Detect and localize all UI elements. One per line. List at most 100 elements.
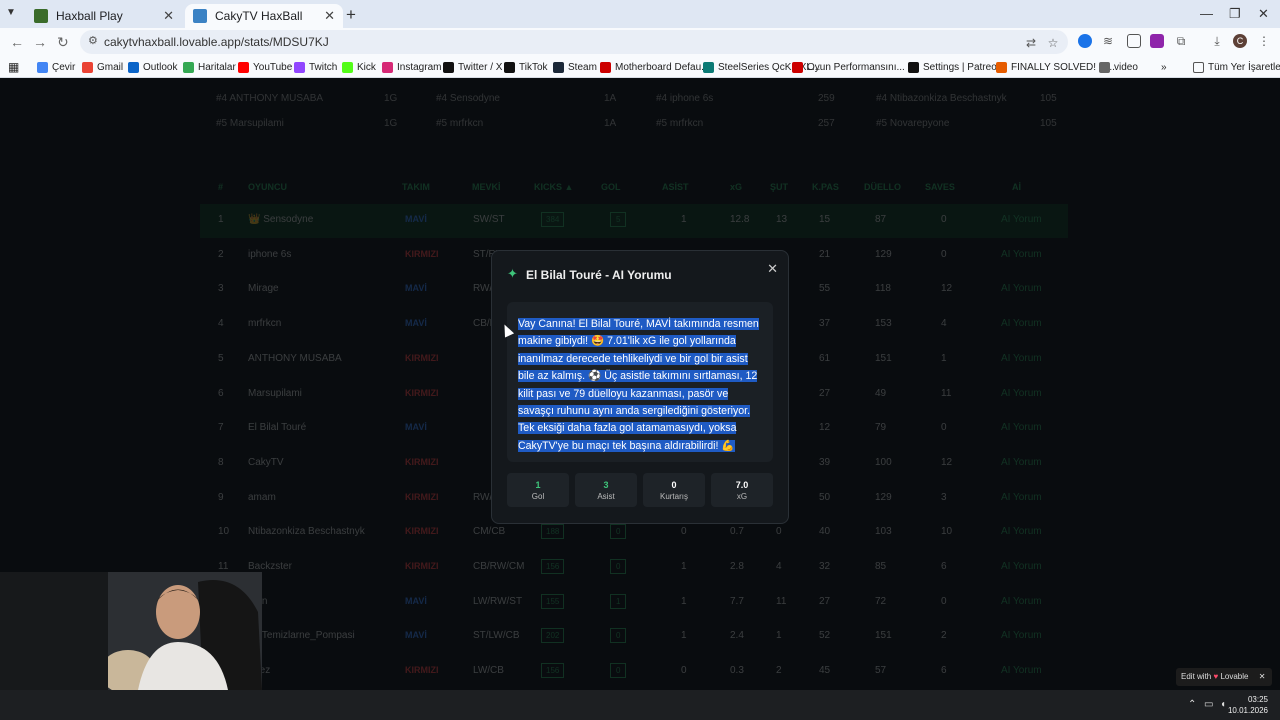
network-icon[interactable]: ▭	[1204, 699, 1213, 710]
stats-page: #4 ANTHONY MUSABA 1G #4 Sensodyne 1A #4 ipho…	[0, 78, 1280, 690]
profile-avatar-icon[interactable]: C	[1233, 34, 1247, 48]
clock[interactable]: 03:25 10.01.2026	[1228, 694, 1268, 716]
bookmark-favicon-icon	[908, 61, 919, 73]
bookmark-5[interactable]: Twitch	[294, 59, 337, 75]
clock-time: 03:25	[1247, 695, 1268, 704]
reload-icon[interactable]: ↻	[57, 34, 69, 51]
bookmark-favicon-icon	[382, 61, 393, 73]
bookmark-favicon-icon	[792, 61, 803, 73]
translate-icon[interactable]: ⇄	[1024, 36, 1038, 50]
edit-brand: Lovable	[1220, 672, 1249, 681]
address-bar[interactable]: ⚙ cakytvhaxball.lovable.app/stats/MDSU7K…	[80, 30, 1068, 54]
tab-search-icon[interactable]: ▼	[6, 7, 16, 18]
ai-comment-text[interactable]: Vay Canına! El Bilal Touré, MAVİ takımın…	[518, 316, 762, 455]
edit-with-lovable-badge[interactable]: Edit with ♥ Lovable ✕	[1176, 668, 1272, 686]
bookmark-favicon-icon	[600, 61, 611, 73]
bookmark-2[interactable]: Outlook	[128, 59, 177, 75]
bookmark-label: Motherboard Defau...	[615, 61, 710, 73]
sparkle-icon: ✦	[507, 266, 518, 281]
bookmark-label: Gmail	[97, 61, 124, 73]
bookmarks-bar: ▦ Çevir Gmail Outlook Haritalar YouTube Twitc…	[0, 56, 1280, 78]
extension-blue-icon[interactable]	[1078, 34, 1092, 48]
all-bookmarks-label: Tüm Yer İşaretleri	[1208, 61, 1280, 73]
bookmark-label: Haritalar	[198, 61, 236, 73]
extensions-puzzle-icon[interactable]: ⧉	[1174, 34, 1188, 48]
tab-title: Haxball Play	[56, 9, 123, 23]
bookmark-favicon-icon	[128, 61, 139, 73]
lovable-heart-icon: ♥	[1213, 672, 1219, 681]
url-text[interactable]: cakytvhaxball.lovable.app/stats/MDSU7KJ	[104, 35, 329, 49]
bookmark-9[interactable]: TikTok	[504, 59, 548, 75]
more-bookmarks-icon[interactable]: »	[1161, 59, 1167, 75]
close-tab-icon[interactable]: ✕	[163, 8, 174, 24]
bookmark-label: Oyun Performansını...	[807, 61, 905, 73]
webcam-side	[0, 572, 108, 690]
bookmark-label: Instagram	[397, 61, 442, 73]
close-window-icon[interactable]: ✕	[1258, 6, 1269, 22]
stat-label: Gol	[531, 492, 545, 501]
download-icon[interactable]: ⤓	[1210, 34, 1224, 48]
back-icon[interactable]: ←	[10, 34, 24, 50]
bookmark-4[interactable]: YouTube	[238, 59, 292, 75]
extension-screen-icon[interactable]	[1127, 34, 1141, 48]
bookmark-favicon-icon	[342, 61, 353, 73]
bookmark-11[interactable]: Motherboard Defau...	[600, 59, 710, 75]
cakytv-favicon-icon	[193, 9, 207, 23]
tab-cakytv-haxball[interactable]: CakyTV HaxBall ✕	[185, 4, 343, 28]
new-tab-icon[interactable]: +	[346, 5, 356, 25]
bookmark-favicon-icon	[553, 61, 564, 73]
stat-xg: 7.0 xG	[711, 473, 773, 507]
stat-label: Asist	[597, 492, 615, 501]
volume-icon[interactable]: ◖	[1220, 699, 1226, 710]
stat-value: 3	[603, 480, 609, 490]
bookmark-favicon-icon	[504, 61, 515, 73]
stat-goals: 1 Gol	[507, 473, 569, 507]
bookmark-label: Settings | Patreon	[923, 61, 1003, 73]
minimize-icon[interactable]: —	[1200, 6, 1213, 21]
restore-icon[interactable]: ❐	[1229, 6, 1241, 22]
tray-chevron-icon[interactable]: ⌃	[1188, 699, 1196, 710]
close-tab-icon[interactable]: ✕	[324, 8, 335, 24]
bookmark-8[interactable]: Twitter / X	[443, 59, 502, 75]
bookmark-label: Twitter / X	[458, 61, 503, 73]
tab-bar: ▼ Haxball Play ✕ CakyTV HaxBall ✕ + — ❐ …	[0, 0, 1280, 28]
bookmark-label: Outlook	[143, 61, 178, 73]
taskbar: ⌃ ▭ ◖ 03:25 10.01.2026	[0, 690, 1280, 720]
apps-grid-icon[interactable]: ▦	[8, 59, 19, 75]
extension-audio-icon[interactable]: ≋	[1101, 34, 1115, 48]
bookmark-label: video	[1114, 61, 1138, 73]
stat-assists: 3 Asist	[575, 473, 637, 507]
extension-purple-icon[interactable]	[1150, 34, 1164, 48]
bookmark-13[interactable]: Oyun Performansını...	[792, 59, 905, 75]
menu-kebab-icon[interactable]: ⋮	[1257, 34, 1271, 48]
bookmark-10[interactable]: Steam	[553, 59, 597, 75]
badge-close-icon[interactable]: ✕	[1259, 672, 1266, 681]
browser-toolbar: ← → ↻ ⚙ cakytvhaxball.lovable.app/stats/…	[0, 28, 1280, 56]
all-bookmarks-button[interactable]: Tüm Yer İşaretleri	[1193, 59, 1280, 75]
bookmark-7[interactable]: Instagram	[382, 59, 441, 75]
bookmark-favicon-icon	[1099, 61, 1110, 73]
folder-icon	[1193, 61, 1204, 73]
bookmark-14[interactable]: Settings | Patreon	[908, 59, 1002, 75]
stat-label: Kurtarış	[659, 492, 688, 501]
bookmark-label: YouTube	[253, 61, 293, 73]
bookmark-6[interactable]: Kick	[342, 59, 376, 75]
bookmark-15[interactable]: FINALLY SOLVED! G...	[996, 59, 1115, 75]
selected-text: Vay Canına! El Bilal Touré, MAVİ takımın…	[518, 318, 759, 452]
bookmark-star-icon[interactable]: ☆	[1046, 36, 1060, 50]
bookmark-0[interactable]: Çevir	[37, 59, 75, 75]
bookmark-16[interactable]: video	[1099, 59, 1138, 75]
modal-title: El Bilal Touré - AI Yorumu	[526, 268, 672, 282]
clock-date: 10.01.2026	[1227, 706, 1268, 715]
stat-value: 1	[535, 480, 541, 490]
bookmark-3[interactable]: Haritalar	[183, 59, 236, 75]
tab-haxball-play[interactable]: Haxball Play ✕	[26, 4, 182, 28]
bookmark-favicon-icon	[443, 61, 454, 73]
stat-saves: 0 Kurtarış	[643, 473, 705, 507]
bookmark-1[interactable]: Gmail	[82, 59, 123, 75]
ai-comment-modal: ✦ El Bilal Touré - AI Yorumu ✕ Vay Canın…	[491, 250, 789, 524]
site-info-icon[interactable]: ⚙	[88, 34, 98, 47]
forward-icon[interactable]: →	[33, 34, 47, 50]
bookmark-favicon-icon	[37, 61, 48, 73]
close-icon[interactable]: ✕	[767, 261, 778, 277]
